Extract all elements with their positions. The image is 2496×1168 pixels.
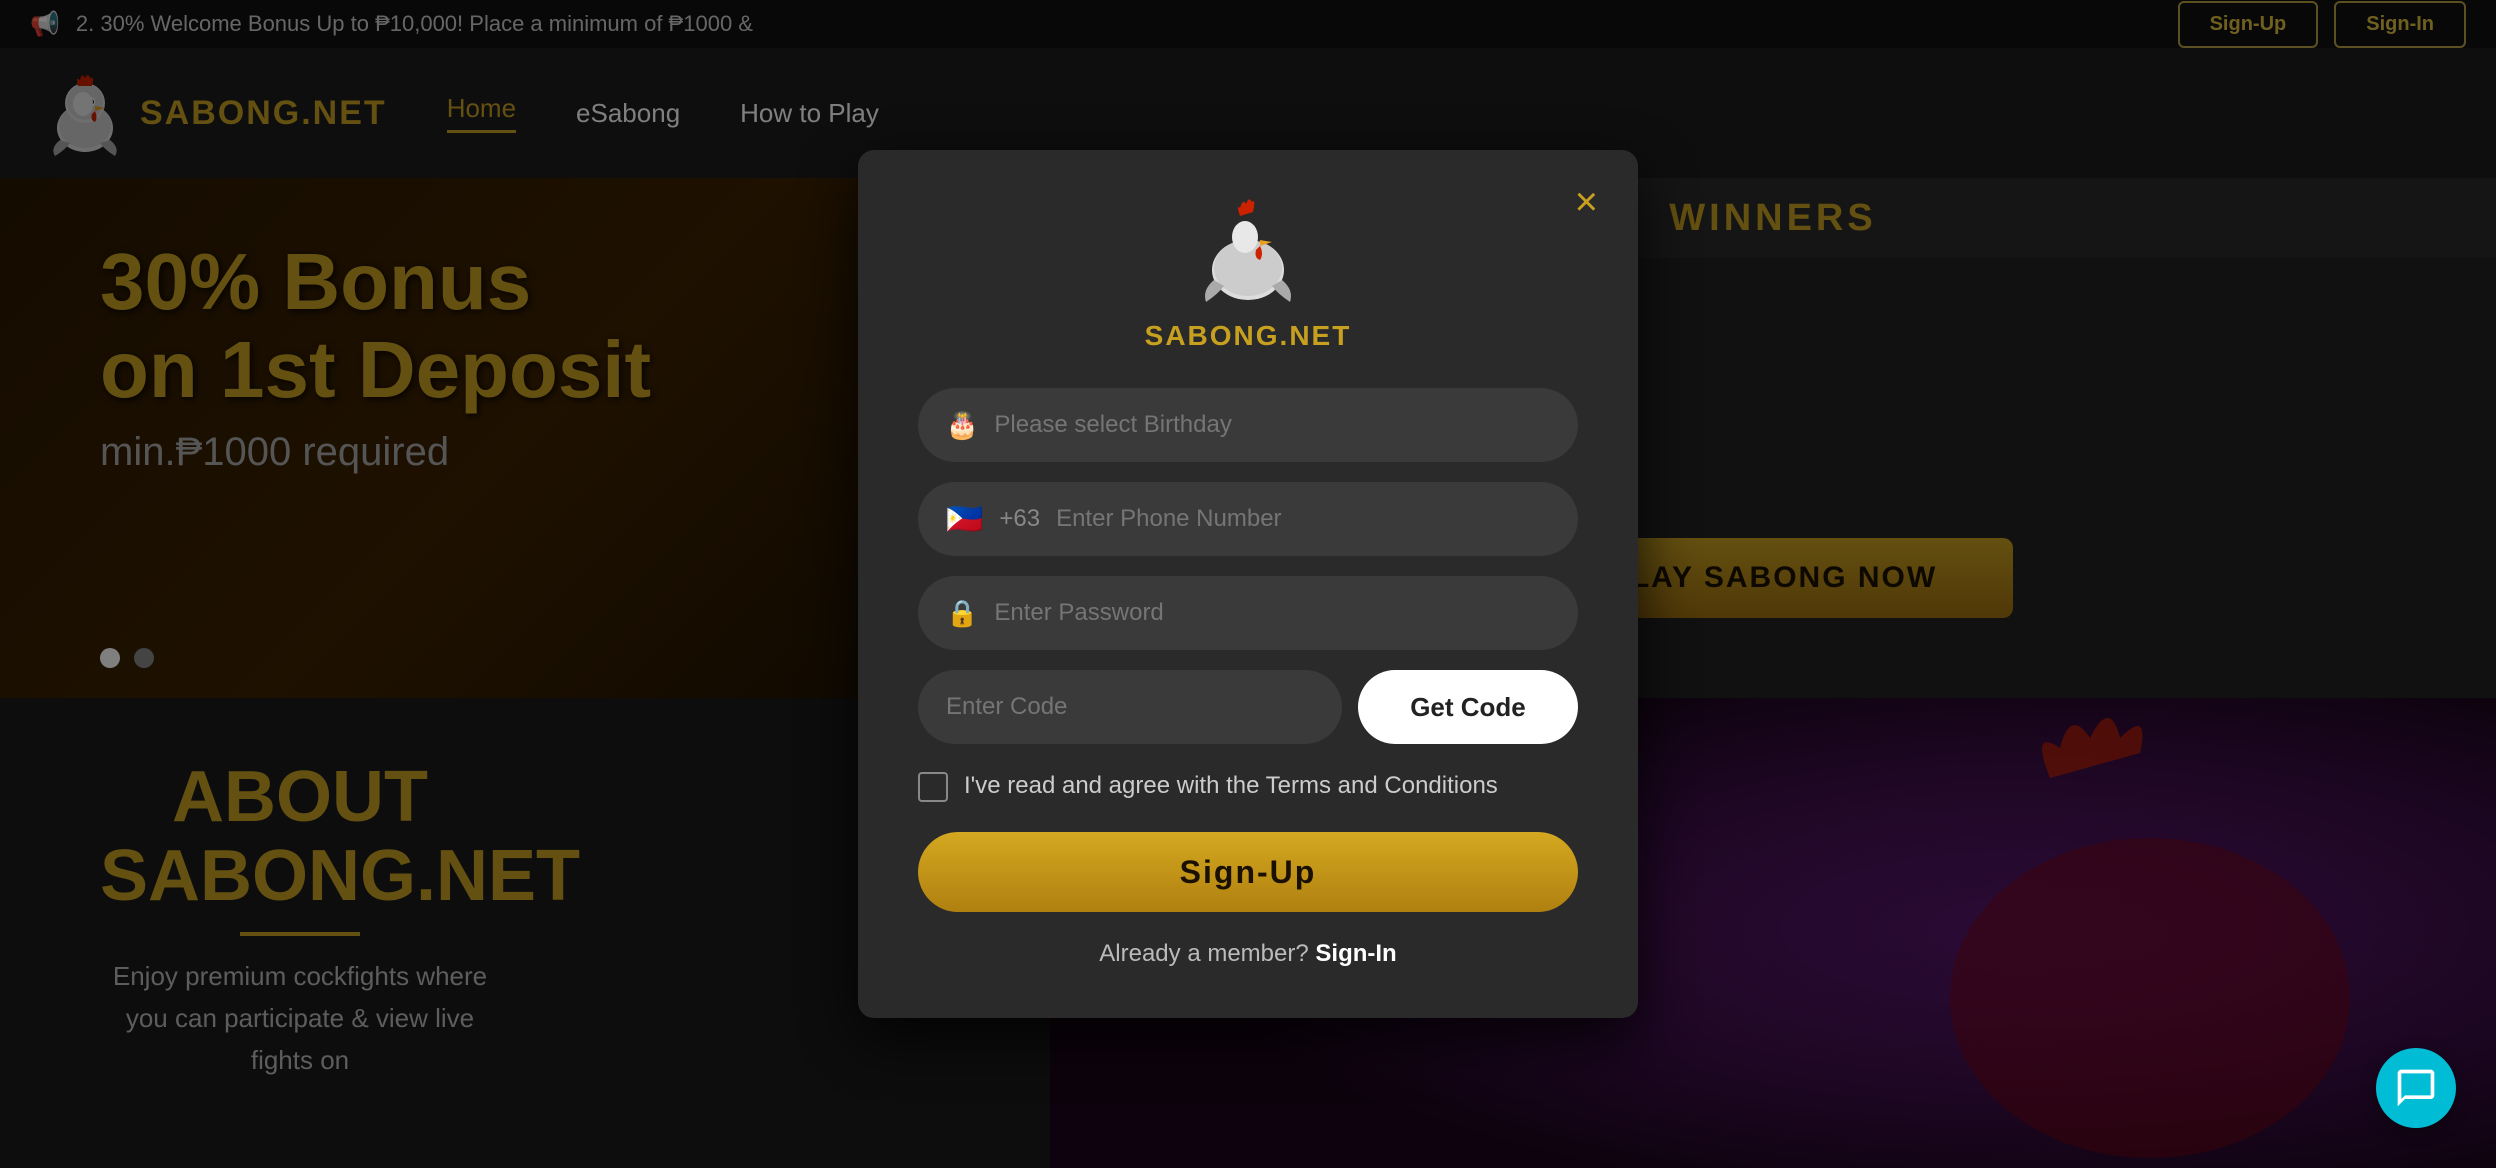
chat-button[interactable] [2376, 1048, 2456, 1128]
phone-flag-icon: 🇵🇭 [946, 502, 983, 537]
signup-modal: × SABONG.NET 🎂 🇵🇭 +63 🔒 [858, 150, 1638, 1018]
birthday-field[interactable]: 🎂 [918, 388, 1578, 462]
birthday-input[interactable] [994, 411, 1550, 439]
code-input[interactable] [946, 693, 1314, 721]
chat-icon [2394, 1066, 2438, 1110]
password-input[interactable] [994, 599, 1550, 627]
already-member: Already a member? Sign-In [918, 940, 1578, 968]
phone-input[interactable] [1056, 505, 1550, 533]
get-code-button[interactable]: Get Code [1358, 670, 1578, 744]
password-field[interactable]: 🔒 [918, 576, 1578, 650]
signup-button[interactable]: Sign-Up [918, 832, 1578, 912]
modal-logo: SABONG.NET [918, 190, 1578, 352]
terms-text: I've read and agree with the Terms and C… [964, 768, 1498, 804]
modal-close-button[interactable]: × [1575, 180, 1598, 225]
phone-code: +63 [999, 505, 1040, 533]
modal-logo-text: SABONG.NET [1145, 320, 1352, 352]
already-member-text: Already a member? [1099, 940, 1308, 967]
terms-checkbox[interactable] [918, 772, 948, 802]
terms-row: I've read and agree with the Terms and C… [918, 768, 1578, 804]
lock-icon: 🔒 [946, 598, 978, 629]
modal-rooster-icon [1188, 190, 1308, 310]
code-input-wrap[interactable] [918, 670, 1342, 744]
birthday-icon: 🎂 [946, 410, 978, 441]
signin-link[interactable]: Sign-In [1315, 940, 1396, 967]
code-row: Get Code [918, 670, 1578, 744]
phone-field[interactable]: 🇵🇭 +63 [918, 482, 1578, 556]
